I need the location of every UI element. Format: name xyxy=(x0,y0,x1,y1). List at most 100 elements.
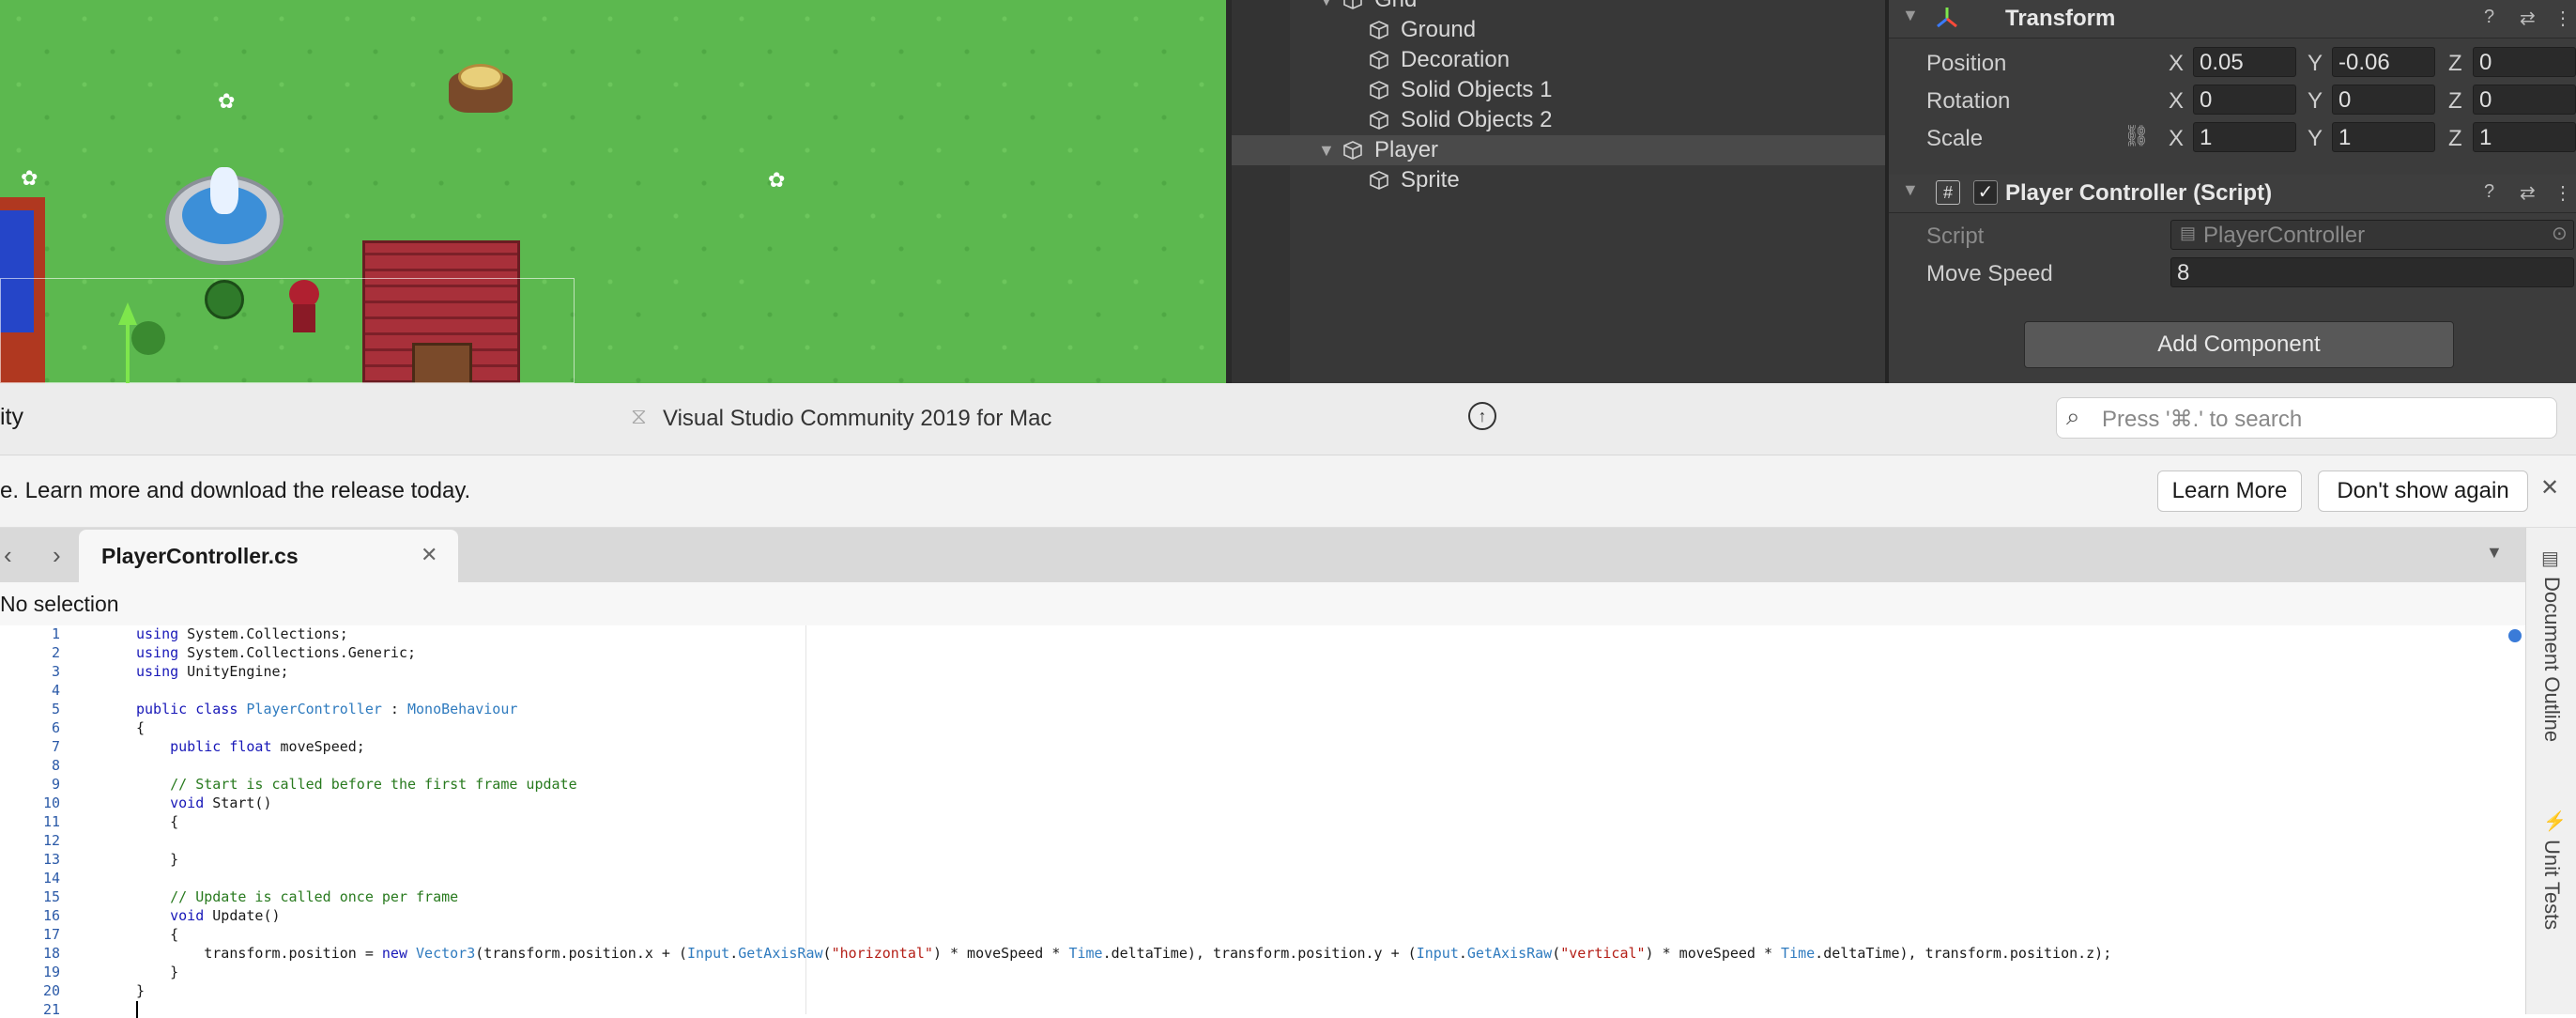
move-speed-field[interactable]: 8 xyxy=(2170,257,2574,287)
dont-show-again-button[interactable]: Don't show again xyxy=(2318,470,2528,512)
scale-x-field[interactable]: 1 xyxy=(2193,122,2296,152)
code-token: ) * moveSpeed * xyxy=(1645,945,1782,962)
presets-icon[interactable]: ⇄ xyxy=(2520,181,2536,205)
code-line[interactable]: // Update is called once per frame xyxy=(136,888,458,905)
selection-text: No selection xyxy=(0,592,119,616)
line-number: 13 xyxy=(42,851,60,868)
axis-y-label[interactable]: Y xyxy=(2308,88,2323,115)
rotation-x-field[interactable]: 0 xyxy=(2193,85,2296,115)
close-icon[interactable]: ✕ xyxy=(2540,474,2559,501)
line-number: 15 xyxy=(42,888,60,905)
hierarchy-item-decoration[interactable]: Decoration xyxy=(1232,45,1885,75)
more-menu-icon[interactable]: ⋮ xyxy=(2553,181,2572,205)
unlink-scale-icon[interactable]: ⛓ xyxy=(2124,124,2150,148)
code-token: ( xyxy=(822,945,832,962)
gameobject-cube-icon xyxy=(1343,0,1362,9)
code-line[interactable]: { xyxy=(136,719,145,736)
enabled-checkbox[interactable]: ✓ xyxy=(1973,180,1998,205)
code-line[interactable]: void Start() xyxy=(136,794,272,811)
code-line[interactable]: transform.position = new Vector3(transfo… xyxy=(136,945,2111,962)
code-token: using xyxy=(136,625,179,642)
document-outline-icon[interactable]: ▤ xyxy=(2541,547,2559,570)
position-z-field[interactable]: 0 xyxy=(2473,47,2576,77)
axis-y-label[interactable]: Y xyxy=(2308,126,2323,152)
player-controller-header[interactable]: ▼ # ✓ Player Controller (Script) ? ⇄ ⋮ xyxy=(1889,175,2576,213)
hierarchy-item-solid-objects-2[interactable]: Solid Objects 2 xyxy=(1232,105,1885,135)
tab-playercontroller[interactable]: PlayerController.cs ✕ xyxy=(79,530,458,582)
code-line[interactable]: { xyxy=(136,926,178,943)
help-icon[interactable]: ? xyxy=(2484,181,2494,203)
axis-z-label[interactable]: Z xyxy=(2448,88,2462,115)
code-line[interactable]: void Update() xyxy=(136,907,280,924)
more-menu-icon[interactable]: ⋮ xyxy=(2553,7,2572,30)
tab-overflow-icon[interactable]: ▼ xyxy=(2486,543,2503,563)
hierarchy-item-solid-objects-1[interactable]: Solid Objects 1 xyxy=(1232,75,1885,105)
hierarchy-item-sprite[interactable]: Sprite xyxy=(1232,165,1885,195)
axis-y-label[interactable]: Y xyxy=(2308,51,2323,77)
hierarchy-item-grid[interactable]: ▼ Grid xyxy=(1232,0,1885,15)
scale-z-field[interactable]: 1 xyxy=(2473,122,2576,152)
unit-tests-icon[interactable]: ⚡ xyxy=(2543,810,2567,833)
upload-status-icon[interactable]: ↑ xyxy=(1468,402,1496,430)
code-line[interactable]: public class PlayerController : MonoBeha… xyxy=(136,701,517,717)
code-line[interactable]: } xyxy=(136,851,178,868)
script-file-icon: ▤ xyxy=(2180,224,2197,242)
add-component-button[interactable]: Add Component xyxy=(2024,321,2454,368)
move-gizmo-arrow-head-icon[interactable] xyxy=(118,302,137,325)
axis-z-label[interactable]: Z xyxy=(2448,126,2462,152)
help-icon[interactable]: ? xyxy=(2484,7,2494,28)
script-object-field[interactable]: PlayerController xyxy=(2170,220,2574,250)
code-token: { xyxy=(136,926,179,943)
transform-header[interactable]: ▼ Transform ? ⇄ ⋮ xyxy=(1889,0,2576,39)
code-token: .deltaTime), transform.position.z); xyxy=(1815,945,2112,962)
object-picker-icon[interactable]: ⊙ xyxy=(2552,222,2568,245)
code-line[interactable]: using System.Collections.Generic; xyxy=(136,644,416,661)
code-token: MonoBehaviour xyxy=(407,701,518,717)
axis-x-label[interactable]: X xyxy=(2169,126,2184,152)
axis-z-label[interactable]: Z xyxy=(2448,51,2462,77)
info-bar: e. Learn more and download the release t… xyxy=(0,455,2576,528)
tab-close-icon[interactable]: ✕ xyxy=(421,543,437,567)
transform-axes-icon xyxy=(1937,8,1957,28)
code-line[interactable]: public float moveSpeed; xyxy=(136,738,365,755)
line-number: 6 xyxy=(51,719,60,736)
code-token: Input xyxy=(687,945,730,962)
position-y-field[interactable]: -0.06 xyxy=(2332,47,2435,77)
hierarchy-item-ground[interactable]: Ground xyxy=(1232,15,1885,45)
line-number: 8 xyxy=(51,757,60,774)
chevron-down-icon[interactable]: ▼ xyxy=(1318,0,1335,15)
learn-more-button[interactable]: Learn More xyxy=(2157,470,2302,512)
code-token: Start() xyxy=(204,794,272,811)
axis-x-label[interactable]: X xyxy=(2169,88,2184,115)
position-x-field[interactable]: 0.05 xyxy=(2193,47,2296,77)
search-input[interactable]: ⌕ Press '⌘.' to search xyxy=(2056,397,2557,439)
move-gizmo-y-arrow[interactable] xyxy=(126,325,130,383)
gameobject-cube-icon xyxy=(1370,21,1388,39)
hierarchy-item-player[interactable]: ▼ Player xyxy=(1232,135,1885,165)
axis-x-label[interactable]: X xyxy=(2169,51,2184,77)
scale-y-field[interactable]: 1 xyxy=(2332,122,2435,152)
presets-icon[interactable]: ⇄ xyxy=(2520,7,2536,30)
document-outline-tab[interactable]: Document Outline xyxy=(2539,577,2564,742)
hierarchy-item-label: Decoration xyxy=(1401,47,1510,72)
chevron-down-icon[interactable]: ▼ xyxy=(1318,135,1335,165)
unit-tests-tab[interactable]: Unit Tests xyxy=(2539,840,2564,930)
code-line[interactable]: } xyxy=(136,964,178,980)
nav-forward-icon[interactable]: › xyxy=(53,541,61,570)
foldout-arrow-icon[interactable]: ▼ xyxy=(1902,180,1919,200)
rotation-y-field[interactable]: 0 xyxy=(2332,85,2435,115)
code-line[interactable]: } xyxy=(136,982,145,999)
transform-title: Transform xyxy=(2005,6,2116,31)
nav-back-icon[interactable]: ‹ xyxy=(4,541,12,570)
scene-view[interactable]: ✿ ✿ ✿ xyxy=(0,0,1226,383)
code-line[interactable]: using System.Collections; xyxy=(136,625,348,642)
selection-bar[interactable]: No selection xyxy=(0,582,2525,626)
code-token: GetAxisRaw xyxy=(1466,945,1553,962)
scroll-marker[interactable] xyxy=(2508,629,2522,642)
code-line[interactable]: using UnityEngine; xyxy=(136,663,289,680)
code-line[interactable]: { xyxy=(136,813,178,830)
foldout-arrow-icon[interactable]: ▼ xyxy=(1902,6,1919,25)
code-editor[interactable]: 1 2 3 4 5 6 7 8 9 10 11 12 13 14 15 16 17 18 19 20 21 using … xyxy=(0,625,2525,1018)
rotation-z-field[interactable]: 0 xyxy=(2473,85,2576,115)
code-line[interactable]: // Start is called before the first fram… xyxy=(136,776,577,793)
